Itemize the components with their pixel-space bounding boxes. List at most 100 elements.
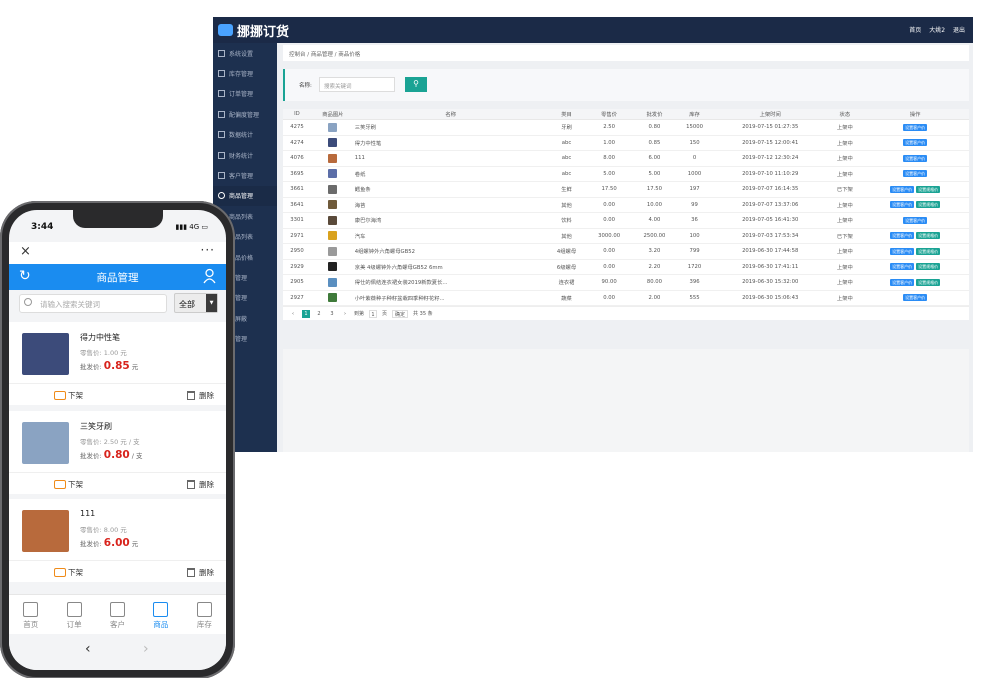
top-link-logout[interactable]: 退出 <box>953 27 965 34</box>
cell-name: 得力中性笔 <box>354 135 547 151</box>
cell-status: 上架中 <box>828 274 862 291</box>
table-row: 2929 京美 4级螺钟外六角螺母GB52 6mm 6级螺母 0.00 2.20 1720… <box>283 259 969 275</box>
take-down-button[interactable]: 下架 <box>54 390 83 401</box>
take-down-label: 下架 <box>68 480 83 489</box>
cell-stock: 799 <box>677 243 712 260</box>
page-1-button[interactable]: 1 <box>302 309 310 318</box>
set-customer-price-button[interactable]: 设置客户价 <box>890 263 915 271</box>
sidebar-item[interactable]: 库存管理 <box>213 63 277 83</box>
set-customer-price-button[interactable]: 设置客户价 <box>903 123 928 131</box>
goto-input[interactable]: 1 <box>369 309 378 318</box>
sidebar-item[interactable]: 数据统计 <box>213 125 277 145</box>
table-row: 4076 111 abc 8.00 6.00 0 2019-07-12 12:30:24 上架… <box>283 150 969 167</box>
cell-status: 上架中 <box>828 259 862 275</box>
column-header: 批发价 <box>631 109 678 120</box>
sidebar-item[interactable]: 系统设置 <box>213 43 277 63</box>
set-customer-price-button[interactable]: 设置客户价 <box>903 170 928 178</box>
cell-cat: abc <box>546 166 587 182</box>
set-customer-price-button[interactable]: 设置客户价 <box>890 232 915 240</box>
tab-customer[interactable]: 客户 <box>96 595 139 634</box>
column-header: 类目 <box>546 109 587 120</box>
sidebar-item[interactable]: 财务统计 <box>213 145 277 165</box>
goto-confirm-button[interactable]: 确定 <box>392 309 409 318</box>
product-card[interactable]: 得力中性笔 零售价: 1.00 元批发价: 0.85 元下架 删除 <box>9 322 226 405</box>
sidebar-item[interactable]: 客户管理 <box>213 165 277 185</box>
set-customer-price-button[interactable]: 设置客户价 <box>890 247 915 255</box>
cell-wholesale: 0.80 <box>631 119 678 136</box>
set-spec-price-button[interactable]: 设置规格价 <box>916 247 941 255</box>
product-card[interactable]: 111 零售价: 8.00 元批发价: 6.00 元下架 删除 <box>9 499 226 582</box>
delete-label: 删除 <box>199 568 214 577</box>
product-image <box>22 422 69 464</box>
sidebar-item[interactable]: 商品管理 <box>213 185 277 207</box>
page-2-button[interactable]: 2 <box>315 310 323 318</box>
sidebar-item[interactable]: 订单管理 <box>213 84 277 104</box>
cell-name: 小叶紫薇种子种籽盆栽四季种籽花籽... <box>354 290 547 306</box>
sidebar-item[interactable]: 配偏度管理 <box>213 104 277 124</box>
forward-icon[interactable]: › <box>143 641 149 657</box>
set-customer-price-button[interactable]: 设置客户价 <box>903 216 928 224</box>
set-spec-price-button[interactable]: 设置规格价 <box>916 232 941 240</box>
cell-actions: 设置客户价 <box>861 290 969 306</box>
prev-page-button[interactable]: ‹ <box>289 310 297 318</box>
tab-goods[interactable]: 商品 <box>139 595 182 634</box>
back-icon[interactable]: ‹ <box>85 641 91 657</box>
delete-button[interactable]: 删除 <box>187 479 214 490</box>
set-spec-price-button[interactable]: 设置规格价 <box>916 201 941 209</box>
card-actions: 下架 删除 <box>9 383 226 405</box>
trash-icon <box>187 568 195 577</box>
trash-icon <box>187 480 195 489</box>
cell-retail: 17.50 <box>586 181 632 198</box>
sidebar-item-label: 库存管理 <box>229 71 254 79</box>
cell-wholesale: 2500.00 <box>631 228 678 244</box>
tab-stock[interactable]: 库存 <box>183 595 226 634</box>
tab-home[interactable]: 首页 <box>9 595 52 634</box>
product-card[interactable]: 三笑牙刷 零售价: 2.50 元 / 支批发价: 0.80 / 支下架 删除 <box>9 411 226 494</box>
set-customer-price-button[interactable]: 设置客户价 <box>890 278 915 286</box>
more-icon[interactable]: ··· <box>201 243 215 257</box>
tab-order[interactable]: 订单 <box>52 595 95 634</box>
top-link-home[interactable]: 首页 <box>909 27 921 34</box>
cell-name: 汽车 <box>354 228 547 244</box>
admin-window: 挪挪订货 首页 大姚2 退出 系统设置 库存管理 订单管理 配偏度管理 数据统计 财务统计… <box>213 17 973 452</box>
set-customer-price-button[interactable]: 设置客户价 <box>903 154 928 162</box>
take-down-button[interactable]: 下架 <box>54 567 83 578</box>
delete-button[interactable]: 删除 <box>187 567 214 578</box>
table-row: 3661 鳕鱼条 生鲜 17.50 17.50 197 2019-07-07 16:14:3… <box>283 181 969 198</box>
table-row: 4274 得力中性笔 abc 1.00 0.85 150 2019-07-15 12:00:… <box>283 135 969 151</box>
user-icon[interactable] <box>203 268 216 284</box>
cell-stock: 99 <box>677 197 712 213</box>
set-customer-price-button[interactable]: 设置客户价 <box>890 201 915 209</box>
set-spec-price-button[interactable]: 设置规格价 <box>916 263 941 271</box>
cell-image <box>310 197 355 213</box>
set-spec-price-button[interactable]: 设置规格价 <box>916 185 941 193</box>
take-down-button[interactable]: 下架 <box>54 479 83 490</box>
set-spec-price-button[interactable]: 设置规格价 <box>916 278 941 286</box>
cell-image <box>310 212 355 229</box>
tab-label: 库存 <box>196 620 212 629</box>
page-3-button[interactable]: 3 <box>328 310 336 318</box>
cell-status: 已下架 <box>828 228 862 244</box>
retail-price: 零售价: 8.00 元 <box>80 526 127 534</box>
set-customer-price-button[interactable]: 设置客户价 <box>890 185 915 193</box>
close-icon[interactable]: × <box>20 244 31 259</box>
top-link-user[interactable]: 大姚2 <box>929 27 945 34</box>
cell-time: 2019-07-05 16:41:30 <box>711 212 829 229</box>
delete-button[interactable]: 删除 <box>187 390 214 401</box>
main-content: 控制台 / 商品管理 / 商品价格 名称: 搜索关键词 ⚲ ID 商品图片 名称 类目… <box>283 45 969 320</box>
product-thumbnail <box>328 169 338 179</box>
table-row: 2950 4组螺钟外六角螺母GB52 4组螺母 0.00 3.20 799 2019-06-… <box>283 243 969 260</box>
mobile-search-input[interactable]: 请输入搜索关键词 <box>19 294 167 313</box>
product-thumbnail <box>328 262 338 272</box>
cell-id: 2929 <box>283 259 311 275</box>
next-page-button[interactable]: › <box>341 310 349 318</box>
cell-id: 2927 <box>283 290 311 306</box>
search-button[interactable]: ⚲ <box>405 77 427 92</box>
wholesale-value: 0.80 <box>103 449 130 461</box>
set-customer-price-button[interactable]: 设置客户价 <box>903 139 928 147</box>
cell-status: 上架中 <box>828 197 862 213</box>
set-customer-price-button[interactable]: 设置客户价 <box>903 294 928 302</box>
category-value: 全部 <box>179 300 195 309</box>
category-select[interactable]: 全部 ▼ <box>174 293 218 313</box>
search-input[interactable]: 搜索关键词 <box>319 77 395 92</box>
